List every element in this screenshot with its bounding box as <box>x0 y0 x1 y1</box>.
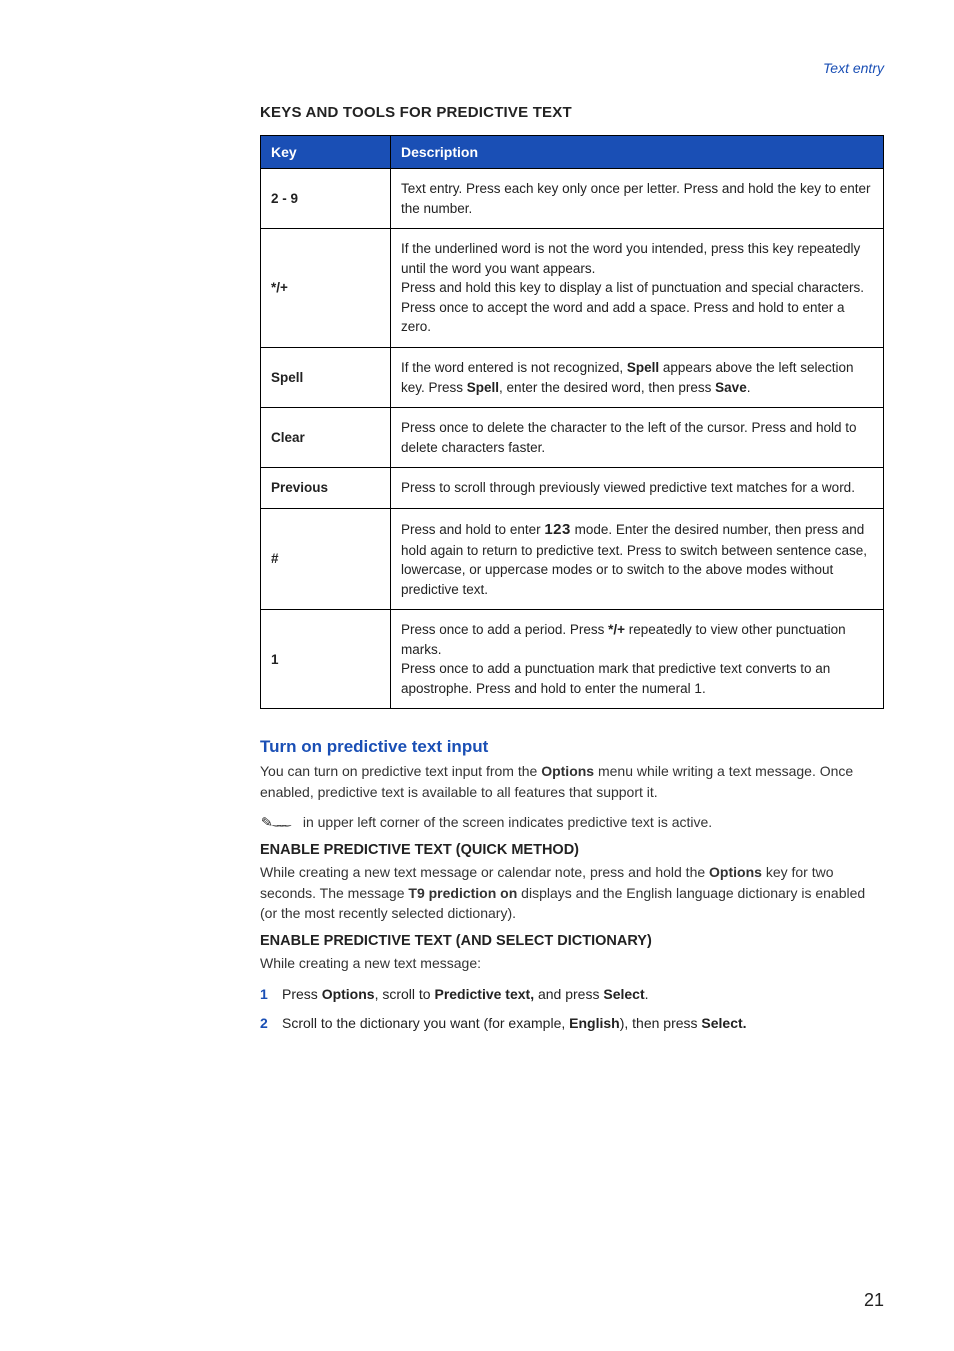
pencil-icon: ✎ <box>260 815 273 830</box>
breadcrumb: Text entry <box>260 60 884 76</box>
desc-cell: Press and hold to enter 123 mode. Enter … <box>391 508 884 609</box>
list-item: Press Options, scroll to Predictive text… <box>260 984 884 1005</box>
desc-line: Press and hold this key to display a lis… <box>401 278 873 298</box>
text: Scroll to the dictionary you want (for e… <box>282 1015 569 1031</box>
key-cell: # <box>261 508 391 609</box>
key-cell: Clear <box>261 408 391 468</box>
subheading-quick: ENABLE PREDICTIVE TEXT (QUICK METHOD) <box>260 842 884 858</box>
key-cell: Previous <box>261 468 391 509</box>
page-number: 21 <box>864 1290 884 1311</box>
desc-text: Press and hold to enter <box>401 522 544 537</box>
text: ), then press <box>620 1015 702 1031</box>
emphasis: Options <box>541 763 594 779</box>
table-row: 2 - 9 Text entry. Press each key only on… <box>261 169 884 229</box>
table-row: 1 Press once to add a period. Press */+ … <box>261 610 884 709</box>
mode-123-icon: 123 <box>544 521 571 538</box>
emphasis: Predictive text, <box>434 986 534 1002</box>
desc-text: . <box>747 380 751 395</box>
th-key: Key <box>261 136 391 169</box>
table-row: Clear Press once to delete the character… <box>261 408 884 468</box>
desc-cell: Press once to add a period. Press */+ re… <box>391 610 884 709</box>
emphasis: Select <box>603 986 644 1002</box>
paragraph: While creating a new text message: <box>260 953 884 973</box>
desc-line: Press once to add a period. Press */+ re… <box>401 620 873 659</box>
list-item: Scroll to the dictionary you want (for e… <box>260 1013 884 1034</box>
text: Press <box>282 986 322 1002</box>
icon-caption: in upper left corner of the screen indic… <box>303 812 712 832</box>
emphasis: Options <box>322 986 375 1002</box>
steps-list: Press Options, scroll to Predictive text… <box>260 984 884 1034</box>
desc-cell: If the underlined word is not the word y… <box>391 229 884 348</box>
emphasis: Spell <box>627 360 659 375</box>
emphasis: English <box>569 1015 620 1031</box>
desc-cell: Text entry. Press each key only once per… <box>391 169 884 229</box>
text: , scroll to <box>375 986 435 1002</box>
table-row: # Press and hold to enter 123 mode. Ente… <box>261 508 884 609</box>
table-row: */+ If the underlined word is not the wo… <box>261 229 884 348</box>
desc-line: If the underlined word is not the word y… <box>401 239 873 278</box>
desc-text: If the word entered is not recognized, <box>401 360 627 375</box>
text: . <box>645 986 649 1002</box>
wave-icon: ‿‿‿ <box>273 817 288 827</box>
desc-cell: Press once to delete the character to th… <box>391 408 884 468</box>
key-cell: */+ <box>261 229 391 348</box>
key-cell: 2 - 9 <box>261 169 391 229</box>
key-cell: Spell <box>261 347 391 407</box>
desc-line: Press once to add a punctuation mark tha… <box>401 659 873 698</box>
emphasis: Spell <box>467 380 499 395</box>
table-row: Previous Press to scroll through previou… <box>261 468 884 509</box>
heading-turn-on: Turn on predictive text input <box>260 737 884 757</box>
emphasis: T9 prediction on <box>408 885 517 901</box>
emphasis: Save <box>715 380 747 395</box>
text: and press <box>534 986 603 1002</box>
desc-line: Press once to accept the word and add a … <box>401 298 873 337</box>
emphasis: Select. <box>701 1015 746 1031</box>
desc-cell: If the word entered is not recognized, S… <box>391 347 884 407</box>
paragraph: While creating a new text message or cal… <box>260 862 884 923</box>
paragraph: You can turn on predictive text input fr… <box>260 761 884 802</box>
key-cell: 1 <box>261 610 391 709</box>
section-heading: KEYS AND TOOLS FOR PREDICTIVE TEXT <box>260 104 884 121</box>
table-row: Spell If the word entered is not recogni… <box>261 347 884 407</box>
predictive-text-icon: ✎ ‿‿‿ <box>260 812 293 832</box>
keys-table: Key Description 2 - 9 Text entry. Press … <box>260 135 884 709</box>
emphasis: Options <box>709 864 762 880</box>
text: While creating a new text message or cal… <box>260 864 709 880</box>
text: You can turn on predictive text input fr… <box>260 763 541 779</box>
subheading-dict: ENABLE PREDICTIVE TEXT (AND SELECT DICTI… <box>260 933 884 949</box>
desc-cell: Press to scroll through previously viewe… <box>391 468 884 509</box>
emphasis: */+ <box>608 622 625 637</box>
desc-text: , enter the desired word, then press <box>499 380 715 395</box>
desc-text: Press once to add a period. Press <box>401 622 608 637</box>
th-desc: Description <box>391 136 884 169</box>
icon-caption-row: ✎ ‿‿‿ in upper left corner of the screen… <box>260 812 884 832</box>
